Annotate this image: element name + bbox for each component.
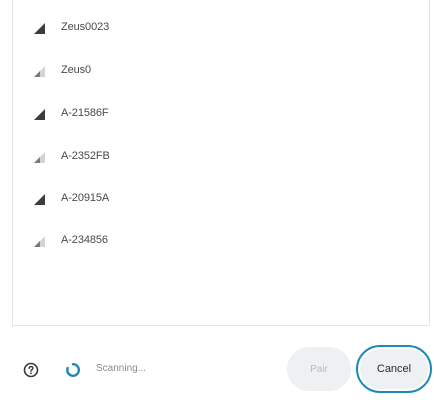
device-list-item[interactable]: Zeus0023 [13, 13, 429, 43]
device-name: A-234856 [61, 234, 108, 246]
signal-weak-icon [34, 236, 45, 247]
dialog-footer: Scanning... Pair Cancel [0, 345, 434, 395]
device-name: Zeus0023 [61, 21, 110, 33]
device-name: Zeus0 [61, 64, 92, 76]
loading-spinner-icon [66, 362, 81, 377]
question-circle-icon[interactable] [23, 362, 39, 378]
signal-strong-icon [34, 109, 45, 120]
scanning-status-text: Scanning... [96, 363, 147, 374]
device-list-item[interactable]: A-21586F [13, 99, 429, 129]
signal-weak-icon [34, 152, 45, 163]
signal-weak-icon [34, 66, 45, 77]
signal-strong-icon [34, 23, 45, 34]
bluetooth-pairing-dialog: Zeus0023 Zeus0 A-21586F A-2352FB A-20915… [0, 0, 434, 400]
signal-strong-icon [34, 194, 45, 205]
pair-button[interactable]: Pair [287, 347, 351, 391]
device-list: Zeus0023 Zeus0 A-21586F A-2352FB A-20915… [12, 0, 430, 326]
device-name: A-21586F [61, 107, 109, 119]
device-list-item[interactable]: Zeus0 [13, 56, 429, 86]
device-name: A-20915A [61, 192, 110, 204]
device-list-item[interactable]: A-20915A [13, 184, 429, 214]
device-list-item[interactable]: A-2352FB [13, 142, 429, 172]
device-list-item[interactable]: A-234856 [13, 226, 429, 256]
cancel-button[interactable]: Cancel [360, 349, 428, 389]
device-name: A-2352FB [61, 150, 110, 162]
